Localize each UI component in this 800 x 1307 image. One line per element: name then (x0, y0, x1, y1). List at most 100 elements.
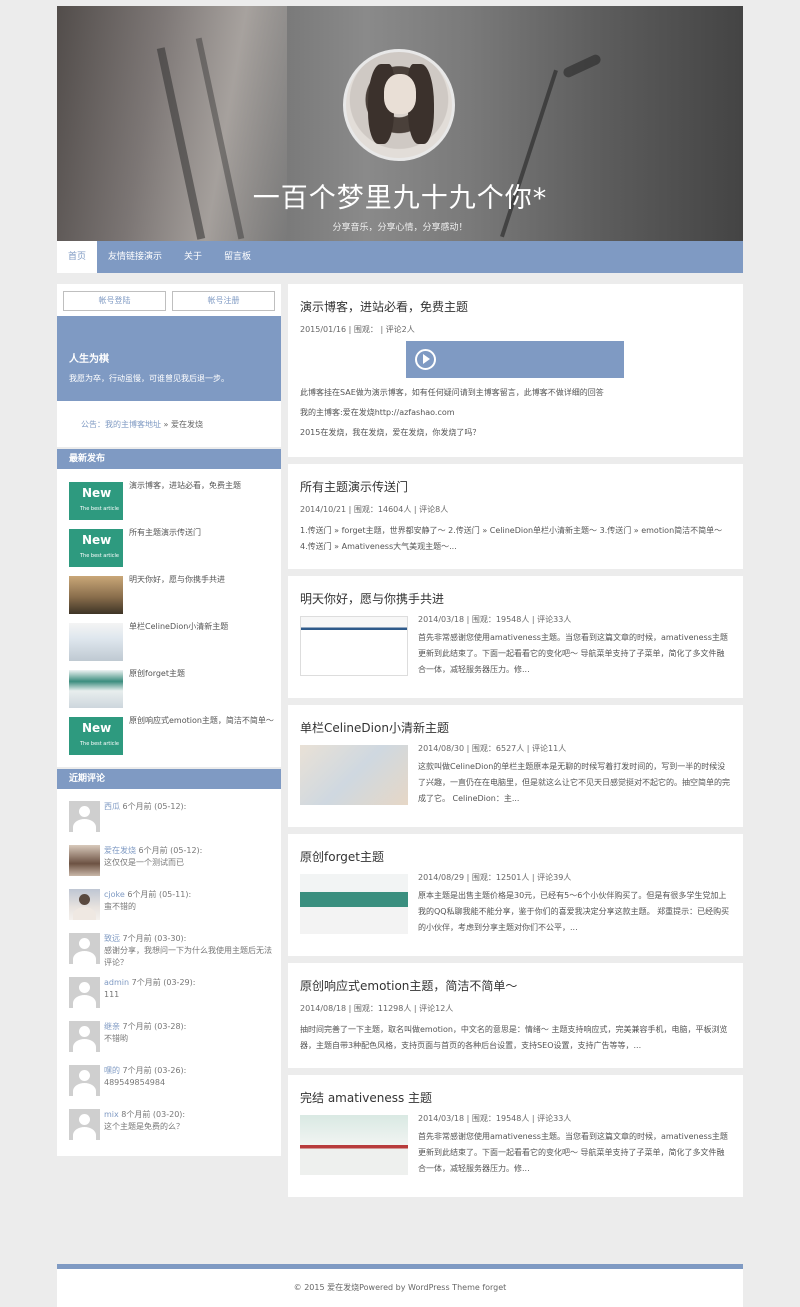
post-card: 原创forget主题 2014/08/29 | 围观：12501人 | 评论39… (288, 834, 743, 956)
avatar[interactable] (69, 933, 100, 964)
comment-body: 继亲 7个月前 (03-28): 不错哟 (104, 1021, 186, 1065)
main-nav: 首页 友情链接演示 关于 留言板 (57, 241, 743, 273)
avatar[interactable] (69, 801, 100, 832)
comment-author[interactable]: admin (104, 978, 129, 987)
post-card: 明天你好，愿与你携手共进 2014/03/18 | 围观：19548人 | 评论… (288, 576, 743, 698)
post-title[interactable]: 完结 amativeness 主题 (300, 1091, 432, 1105)
post-card: 所有主题演示传送门 2014/10/21 | 围观：14604人 | 评论8人 … (288, 464, 743, 569)
post-side: 2014/03/18 | 围观：19548人 | 评论33人 首先非常感谢您使用… (418, 615, 731, 678)
comment-text[interactable]: 不错哟 (104, 1034, 128, 1043)
post-title[interactable]: 明天你好，愿与你携手共进 (300, 592, 444, 606)
recent-comments: 西瓜 6个月前 (05-12): 爱在发烧 6个月前 (05-12): 这仅仅是… (57, 789, 281, 1156)
recent-post-title[interactable]: 所有主题演示传送门 (129, 527, 274, 573)
comment-text[interactable]: 蛮不错的 (104, 902, 136, 911)
thumb-badge-sub: The best article (80, 741, 119, 747)
comment-author[interactable]: 继亲 (104, 1022, 120, 1031)
comment-author[interactable]: 致远 (104, 934, 120, 943)
post-title[interactable]: 原创响应式emotion主题，简洁不简单～ (300, 979, 517, 993)
comment-author[interactable]: 西瓜 (104, 802, 120, 811)
post-thumbnail[interactable] (300, 874, 408, 934)
post-thumbnail[interactable]: New The best article (69, 717, 123, 755)
recent-post-title[interactable]: 原创响应式emotion主题，简洁不简单～ (129, 715, 274, 761)
comment-text[interactable]: 感谢分享，我想问一下为什么我使用主题后无法评论？ (104, 946, 272, 967)
list-item[interactable]: 明天你好，愿与你携手共进 (69, 573, 281, 620)
recent-post-title[interactable]: 演示博客，进站必看，免费主题 (129, 480, 274, 526)
comment-text[interactable]: 这仅仅是一个测试而已 (104, 858, 184, 867)
post-title[interactable]: 演示博客，进站必看，免费主题 (300, 300, 468, 314)
comment-item: cjoke 6个月前 (05-11): 蛮不错的 (69, 889, 281, 933)
video-player[interactable] (406, 341, 624, 378)
post-title[interactable]: 原创forget主题 (300, 850, 384, 864)
list-item[interactable]: New The best article 原创响应式emotion主题，简洁不简单… (69, 714, 281, 761)
recent-post-title[interactable]: 单栏CelineDion小清新主题 (129, 621, 274, 667)
recent-post-title[interactable]: 明天你好，愿与你携手共进 (129, 574, 274, 620)
comment-author[interactable]: 嘿的 (104, 1066, 120, 1075)
post-thumbnail[interactable]: New The best article (69, 529, 123, 567)
comment-text[interactable]: 489549854984 (104, 1078, 165, 1087)
post-meta: 2014/03/18 | 围观：19548人 | 评论33人 (418, 615, 572, 624)
comment-time: 7个月前 (03-28): (122, 1022, 187, 1031)
post-title[interactable]: 单栏CelineDion小清新主题 (300, 721, 449, 735)
site-footer: © 2015 爱在发烧Powered by WordPress Theme fo… (57, 1264, 743, 1307)
notice-link[interactable]: 公告：我的主博客地址 (81, 420, 161, 429)
avatar[interactable] (69, 845, 100, 876)
avatar[interactable] (69, 1065, 100, 1096)
play-icon[interactable] (415, 349, 436, 370)
comment-text[interactable]: 这个主题是免费的么？ (104, 1122, 184, 1131)
comment-author[interactable]: mix (104, 1110, 119, 1119)
thumb-badge: New (82, 533, 112, 547)
list-item[interactable]: 单栏CelineDion小清新主题 (69, 620, 281, 667)
post-thumbnail[interactable]: New The best article (69, 482, 123, 520)
post-paragraph: 此博客挂在SAE做为演示博客，如有任何疑问请到主博客留言，此博客不做详细的回答 (300, 388, 604, 397)
avatar[interactable] (69, 889, 100, 920)
thumb-badge-sub: The best article (80, 506, 119, 512)
register-button[interactable]: 帐号注册 (172, 291, 275, 311)
post-body: 2014/08/29 | 围观：12501人 | 评论39人 原本主题是出售主题… (300, 873, 731, 936)
avatar[interactable] (69, 1021, 100, 1052)
post-thumbnail[interactable] (300, 616, 408, 676)
comment-author[interactable]: 爱在发烧 (104, 846, 136, 855)
recent-post-title[interactable]: 原创forget主题 (129, 668, 274, 714)
post-meta: 2014/10/21 | 围观：14604人 | 评论8人 (300, 505, 449, 514)
post-side: 2014/08/29 | 围观：12501人 | 评论39人 原本主题是出售主题… (418, 873, 731, 936)
post-thumbnail[interactable] (300, 745, 408, 805)
post-card: 演示博客，进站必看，免费主题 2015/01/16 | 围观： | 评论2人 此… (288, 284, 743, 457)
post-thumbnail[interactable] (300, 1115, 408, 1175)
footer-text[interactable]: © 2015 爱在发烧Powered by WordPress Theme fo… (294, 1283, 507, 1292)
comment-body: cjoke 6个月前 (05-11): 蛮不错的 (104, 889, 191, 933)
post-thumbnail[interactable] (69, 670, 123, 708)
nav-item-home[interactable]: 首页 (57, 241, 98, 273)
comment-author[interactable]: cjoke (104, 890, 125, 899)
site-avatar[interactable] (343, 49, 455, 161)
comment-time: 6个月前 (05-12): (122, 802, 187, 811)
comment-text[interactable]: 111 (104, 990, 119, 999)
nav-item-about[interactable]: 关于 (173, 241, 213, 273)
comment-time: 6个月前 (05-11): (127, 890, 192, 899)
post-thumbnail[interactable] (69, 576, 123, 614)
notice-rest: » 爱在发烧 (161, 420, 203, 429)
thumb-badge: New (82, 721, 112, 735)
post-excerpt: 首先非常感谢您使用amativeness主题。当您看到这篇文章的时候，amati… (418, 633, 728, 674)
avatar[interactable] (69, 1109, 100, 1140)
site-title[interactable]: 一百个梦里九十九个你* (57, 176, 743, 215)
post-title[interactable]: 所有主题演示传送门 (300, 480, 408, 494)
comment-time: 8个月前 (03-20): (121, 1110, 186, 1119)
list-item[interactable]: 原创forget主题 (69, 667, 281, 714)
comment-body: 致远 7个月前 (03-30): 感谢分享，我想问一下为什么我使用主题后无法评论… (104, 933, 274, 977)
post-body: 2014/08/30 | 围观：6527人 | 评论11人 这款叫做Celine… (300, 744, 731, 807)
header-decor (561, 53, 603, 79)
nav-item-links[interactable]: 友情链接演示 (97, 241, 173, 273)
comment-item: 爱在发烧 6个月前 (05-12): 这仅仅是一个测试而已 (69, 845, 281, 889)
post-card: 原创响应式emotion主题，简洁不简单～ 2014/08/18 | 围观：11… (288, 963, 743, 1068)
nav-item-guestbook[interactable]: 留言板 (213, 241, 262, 273)
avatar[interactable] (69, 977, 100, 1008)
post-paragraph[interactable]: 我的主博客:爱在发烧http://azfashao.com (300, 405, 731, 421)
post-excerpt: 抽时间完善了一下主题，取名叫做emotion，中文名的意思是：情绪～ 主题支持响… (300, 1025, 728, 1050)
comment-time: 7个月前 (03-30): (122, 934, 187, 943)
login-button[interactable]: 帐号登陆 (63, 291, 166, 311)
list-item[interactable]: New The best article 演示博客，进站必看，免费主题 (69, 479, 281, 526)
post-meta: 2014/08/29 | 围观：12501人 | 评论39人 (418, 873, 572, 882)
site-header: 一百个梦里九十九个你* 分享音乐，分享心情，分享感动！ (57, 6, 743, 241)
list-item[interactable]: New The best article 所有主题演示传送门 (69, 526, 281, 573)
post-thumbnail[interactable] (69, 623, 123, 661)
